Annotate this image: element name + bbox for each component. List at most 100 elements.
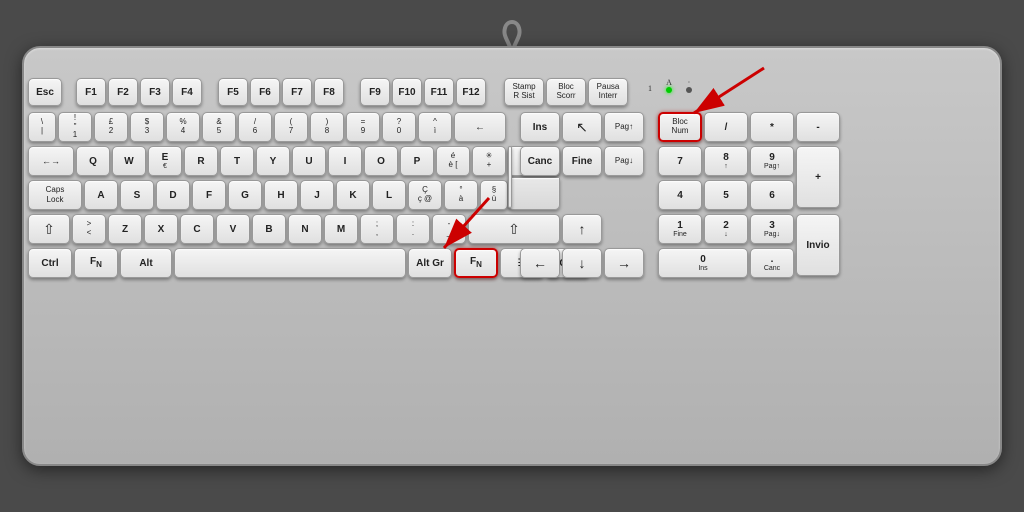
key-num3[interactable]: 3 Pag↓	[750, 214, 794, 244]
key-f11[interactable]: F11	[424, 78, 454, 106]
key-num-minus[interactable]: -	[796, 112, 840, 142]
key-z[interactable]: Z	[108, 214, 142, 244]
key-6[interactable]: / 6	[238, 112, 272, 142]
key-num6[interactable]: 6	[750, 180, 794, 210]
key-fn-right[interactable]: FN	[454, 248, 498, 278]
key-enter-bottom[interactable]	[508, 178, 560, 210]
key-s[interactable]: S	[120, 180, 154, 210]
key-y[interactable]: Y	[256, 146, 290, 176]
key-caps-lock[interactable]: CapsLock	[28, 180, 82, 210]
key-r[interactable]: R	[184, 146, 218, 176]
key-num-enter[interactable]: Invio	[796, 214, 840, 276]
key-f4[interactable]: F4	[172, 78, 202, 106]
key-f12[interactable]: F12	[456, 78, 486, 106]
key-g[interactable]: G	[228, 180, 262, 210]
key-num0[interactable]: 0 Ins	[658, 248, 748, 278]
key-7[interactable]: ( 7	[274, 112, 308, 142]
key-alt-gr[interactable]: Alt Gr	[408, 248, 452, 278]
key-arrow-up[interactable]: ↑	[562, 214, 602, 244]
key-plus[interactable]: ✳ +	[472, 146, 506, 176]
key-3[interactable]: $ 3	[130, 112, 164, 142]
key-num4[interactable]: 4	[658, 180, 702, 210]
key-d[interactable]: D	[156, 180, 190, 210]
key-pausa[interactable]: Pausa Interr	[588, 78, 628, 106]
key-canc[interactable]: Canc	[520, 146, 560, 176]
key-num2[interactable]: 2 ↓	[704, 214, 748, 244]
key-spacebar[interactable]	[174, 248, 406, 278]
key-num-star[interactable]: *	[750, 112, 794, 142]
key-f7[interactable]: F7	[282, 78, 312, 106]
key-num9[interactable]: 9 Pag↑	[750, 146, 794, 176]
key-section[interactable]: § ù	[480, 180, 508, 210]
key-stamp[interactable]: Stamp R Sist	[504, 78, 544, 106]
key-n[interactable]: N	[288, 214, 322, 244]
key-9[interactable]: = 9	[346, 112, 380, 142]
key-l[interactable]: L	[372, 180, 406, 210]
key-h[interactable]: H	[264, 180, 298, 210]
key-num-dot[interactable]: . Canc	[750, 248, 794, 278]
key-f3[interactable]: F3	[140, 78, 170, 106]
key-num1[interactable]: 1 Fine	[658, 214, 702, 244]
key-j[interactable]: J	[300, 180, 334, 210]
key-enter[interactable]	[508, 146, 512, 208]
key-k[interactable]: K	[336, 180, 370, 210]
key-2[interactable]: £ 2	[94, 112, 128, 142]
key-1[interactable]: ! " 1	[58, 112, 92, 142]
key-e[interactable]: E €	[148, 146, 182, 176]
key-0[interactable]: ? 0	[382, 112, 416, 142]
key-fine[interactable]: Fine	[562, 146, 602, 176]
key-num8[interactable]: 8 ↑	[704, 146, 748, 176]
key-c-cedilla[interactable]: Ç ç @	[408, 180, 442, 210]
key-f9[interactable]: F9	[360, 78, 390, 106]
key-bloc-num[interactable]: Bloc Num	[658, 112, 702, 142]
key-tab[interactable]: ←→	[28, 146, 74, 176]
key-num5[interactable]: 5	[704, 180, 748, 210]
key-8[interactable]: ) 8	[310, 112, 344, 142]
key-x[interactable]: X	[144, 214, 178, 244]
key-bloc-scorr[interactable]: Bloc Scorr	[546, 78, 586, 106]
key-num7[interactable]: 7	[658, 146, 702, 176]
key-shift-right[interactable]: ⇧	[468, 214, 560, 244]
key-q[interactable]: Q	[76, 146, 110, 176]
key-angle[interactable]: > <	[72, 214, 106, 244]
key-period[interactable]: : .	[396, 214, 430, 244]
key-m[interactable]: M	[324, 214, 358, 244]
key-o[interactable]: O	[364, 146, 398, 176]
key-u[interactable]: U	[292, 146, 326, 176]
key-f8[interactable]: F8	[314, 78, 344, 106]
key-b[interactable]: B	[252, 214, 286, 244]
key-5[interactable]: & 5	[202, 112, 236, 142]
key-ins[interactable]: Ins	[520, 112, 560, 142]
key-comma[interactable]: ; ,	[360, 214, 394, 244]
key-e-grave[interactable]: é è [	[436, 146, 470, 176]
key-pgdown[interactable]: Pag↓	[604, 146, 644, 176]
key-w[interactable]: W	[112, 146, 146, 176]
key-t[interactable]: T	[220, 146, 254, 176]
key-a[interactable]: A	[84, 180, 118, 210]
key-f[interactable]: F	[192, 180, 226, 210]
key-4[interactable]: % 4	[166, 112, 200, 142]
key-apostrophe[interactable]: ^ ì	[418, 112, 452, 142]
key-shift-left[interactable]: ⇧	[28, 214, 70, 244]
key-pgup[interactable]: Pag↑	[604, 112, 644, 142]
key-f2[interactable]: F2	[108, 78, 138, 106]
key-backslash[interactable]: \ |	[28, 112, 56, 142]
key-i[interactable]: I	[328, 146, 362, 176]
key-num-slash[interactable]: /	[704, 112, 748, 142]
key-arrow-left[interactable]: ←	[520, 248, 560, 278]
key-f6[interactable]: F6	[250, 78, 280, 106]
key-f5[interactable]: F5	[218, 78, 248, 106]
key-f10[interactable]: F10	[392, 78, 422, 106]
key-arrow-down[interactable]: ↓	[562, 248, 602, 278]
key-home[interactable]: ↖	[562, 112, 602, 142]
key-p[interactable]: P	[400, 146, 434, 176]
key-backspace[interactable]: ←	[454, 112, 506, 142]
key-v[interactable]: V	[216, 214, 250, 244]
key-arrow-right[interactable]: →	[604, 248, 644, 278]
key-alt-left[interactable]: Alt	[120, 248, 172, 278]
key-esc[interactable]: Esc	[28, 78, 62, 106]
key-ctrl-left[interactable]: Ctrl	[28, 248, 72, 278]
key-minus[interactable]: - _	[432, 214, 466, 244]
key-c[interactable]: C	[180, 214, 214, 244]
key-num-plus[interactable]: +	[796, 146, 840, 208]
